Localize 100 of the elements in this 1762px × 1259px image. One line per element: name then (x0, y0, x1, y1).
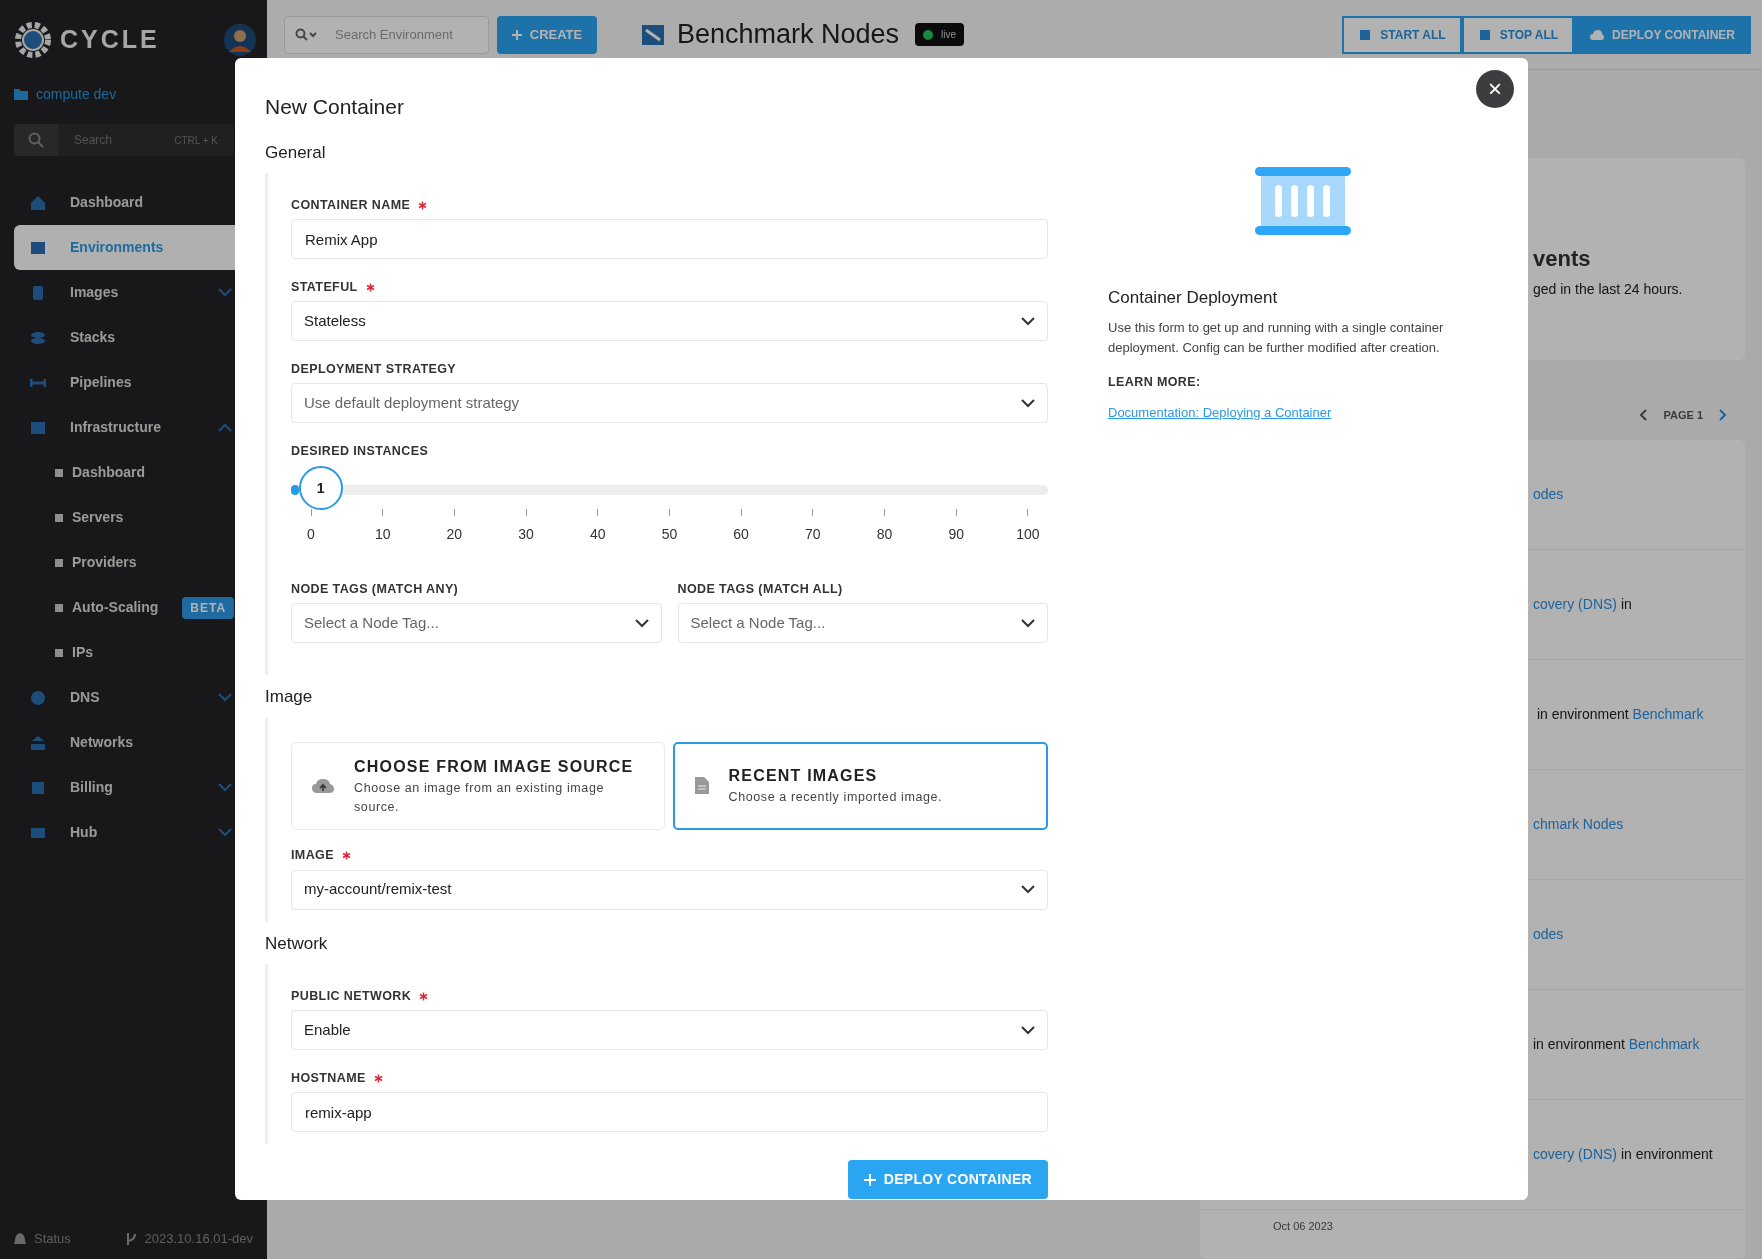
nav-subitem[interactable]: Auto-Scaling BETA (14, 585, 267, 630)
select-field[interactable]: my-account/remix-test (291, 869, 1048, 910)
slider-thumb[interactable]: 1 (298, 466, 343, 510)
folder-icon (14, 88, 28, 100)
field-label: IMAGE (291, 847, 334, 865)
select-field[interactable]: Stateless (291, 301, 1048, 341)
square-icon (1477, 28, 1492, 41)
page-label: PAGE 1 (1663, 407, 1703, 423)
event-text: in environment (1533, 1035, 1626, 1054)
layers-icon (30, 329, 46, 346)
tick-label: 80 (876, 525, 893, 544)
chevron-icon (1021, 618, 1035, 628)
select-field[interactable]: Enable (291, 1010, 1048, 1050)
status-badge: live (915, 23, 965, 46)
previous-icon (1639, 409, 1648, 421)
home-icon (30, 194, 46, 211)
nav-subitem[interactable]: IPs (14, 630, 267, 675)
network-icon (30, 734, 46, 751)
document-icon (694, 777, 709, 794)
environment-icon (641, 23, 665, 46)
plus-icon (511, 30, 522, 41)
cloud-upload-icon (312, 777, 334, 794)
field-label: STATEFUL (291, 278, 358, 296)
nav-item[interactable]: Dashboard (14, 180, 254, 225)
square-icon (54, 557, 64, 568)
square-icon (30, 419, 46, 436)
chevron-icon (1021, 1025, 1035, 1035)
event-text: in environment (1535, 705, 1630, 724)
nav-item[interactable]: Billing (14, 765, 254, 810)
gear-logo-icon (14, 21, 52, 59)
logo-text: CYCLE (60, 24, 160, 56)
field-label: HOSTNAME (291, 1069, 366, 1087)
square-icon (54, 647, 64, 658)
learn-more-label: LEARN MORE: (1108, 374, 1202, 391)
chevron-icon (1021, 316, 1035, 326)
option-card[interactable]: RECENT IMAGES Choose a recently imported image. (672, 741, 1048, 830)
version-label: 2023.10.16.01-dev (144, 1230, 253, 1249)
bell-icon (14, 1232, 26, 1246)
tick-label: 30 (518, 525, 534, 544)
nav-subitem[interactable]: Dashboard (14, 450, 267, 495)
chevron-icon (634, 618, 649, 628)
section-title: Network (265, 932, 329, 955)
nav-item[interactable]: DNS (14, 675, 254, 720)
nav-item[interactable]: Pipelines (14, 360, 254, 405)
plus-icon (863, 1173, 876, 1186)
modal-title: New Container (265, 94, 405, 120)
nav-item[interactable]: Infrastructure (14, 405, 254, 450)
tick-label: 100 (1016, 525, 1040, 544)
tick-label: 0 (307, 525, 315, 544)
tick-label: 70 (805, 525, 821, 544)
tick-label: 90 (948, 525, 964, 544)
option-card[interactable]: CHOOSE FROM IMAGE SOURCE Choose an image from an existing image source. (291, 741, 665, 830)
field-label: DESIRED INSTANCES (291, 442, 429, 460)
next-icon (1719, 409, 1727, 421)
section-title: General (265, 141, 327, 164)
square-icon (54, 602, 64, 613)
square-icon (30, 239, 46, 256)
branch-icon (124, 1232, 137, 1246)
search-icon (295, 27, 317, 42)
select-field[interactable]: Use default deployment strategy (291, 383, 1048, 423)
event-text: in (1619, 595, 1632, 614)
avatar-icon (223, 23, 257, 57)
nav-item[interactable]: Images (14, 270, 254, 315)
events-title: vents (1533, 246, 1591, 271)
status-dot-icon (923, 29, 934, 40)
chevron-icon (1021, 885, 1035, 894)
tick-label: 10 (374, 525, 391, 544)
nav-item[interactable]: Networks (14, 720, 254, 765)
tick-label: 60 (733, 525, 749, 544)
event-text: in environment (1619, 1145, 1713, 1164)
info-title: Container Deployment (1108, 286, 1279, 309)
nav-subitem[interactable]: Providers (14, 540, 267, 585)
field-label: CONTAINER NAME (291, 196, 411, 214)
container-icon (1255, 166, 1351, 235)
globe-icon (30, 689, 46, 706)
square-icon (30, 779, 46, 796)
documentation-link[interactable]: Documentation: Deploying a Container (1108, 404, 1332, 420)
select-field[interactable]: Select a Node Tag... (677, 603, 1048, 643)
nav-item[interactable]: Hub (14, 810, 254, 855)
select-field[interactable]: Select a Node Tag... (291, 603, 662, 643)
field-label: PUBLIC NETWORK (291, 987, 412, 1005)
beta-badge: BETA (182, 596, 235, 619)
nav-subitem[interactable]: Servers (14, 495, 267, 540)
input-field[interactable]: remix-app (291, 1092, 1048, 1132)
tick-label: 40 (589, 525, 606, 544)
info-text: Use this form to get up and running with a single container deployment. Config can be further modified after creation. (1108, 319, 1445, 357)
tick-label: 20 (446, 525, 463, 544)
event-date: Oct 06 2023 (1273, 1220, 1333, 1232)
cloud-icon (1590, 28, 1605, 41)
document-icon (30, 284, 46, 301)
nav-item[interactable]: Stacks (14, 315, 254, 360)
field-label: DEPLOYMENT STRATEGY (291, 360, 457, 378)
field-label: NODE TAGS (MATCH ALL) (677, 580, 843, 598)
square-icon (54, 512, 64, 523)
search-icon (28, 132, 44, 148)
page-title: Benchmark Nodes (677, 18, 900, 52)
tick-label: 50 (661, 525, 678, 544)
field-label: NODE TAGS (MATCH ANY) (291, 580, 459, 598)
square-icon (54, 467, 64, 478)
input-field[interactable]: Remix App (291, 219, 1048, 259)
